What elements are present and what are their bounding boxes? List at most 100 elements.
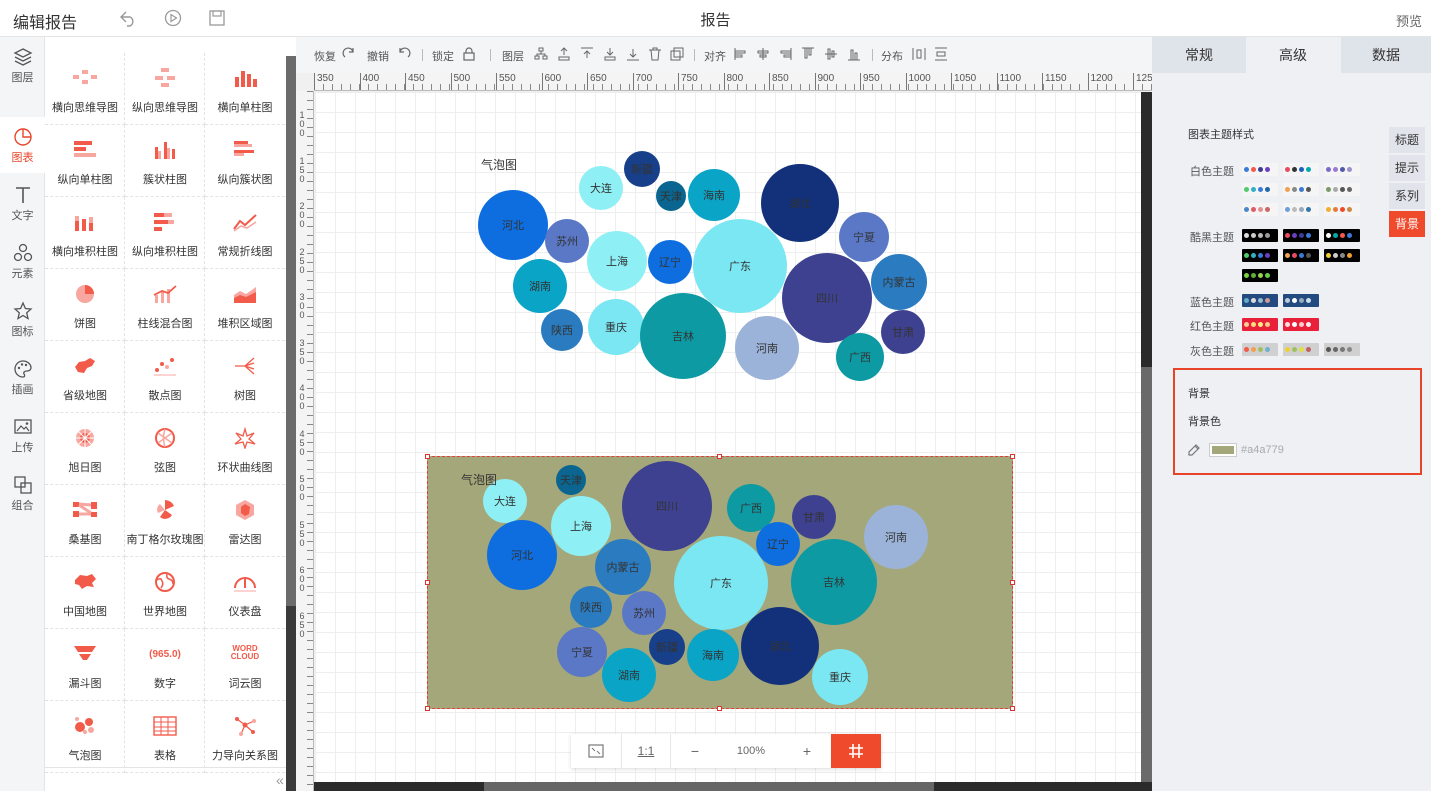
theme-swatch[interactable] <box>1242 229 1278 242</box>
component-province-map[interactable]: 省级地图 <box>45 341 125 413</box>
rail-item-layers[interactable]: 图层 <box>0 37 45 93</box>
bubble-内蒙古[interactable]: 内蒙古 <box>595 539 651 595</box>
component-stacked-bar[interactable]: 纵向堆积柱图 <box>125 197 205 269</box>
align-button[interactable]: 对齐 <box>704 48 726 64</box>
background-color-value[interactable]: #a4a779 <box>1241 444 1284 456</box>
bubble-湖北[interactable]: 湖北 <box>761 164 839 242</box>
bubble-宁夏[interactable]: 宁夏 <box>839 212 889 262</box>
component-chord[interactable]: 弦图 <box>125 413 205 485</box>
lock-icon[interactable] <box>462 47 476 61</box>
rail-item-group[interactable]: 组合 <box>0 465 45 521</box>
resize-handle-e[interactable] <box>1010 580 1015 585</box>
component-world-map[interactable]: 世界地图 <box>125 557 205 629</box>
report-canvas[interactable]: 大连 新疆 天津 海南 湖北 河北 苏州 上海 辽宁 广东 宁夏 内蒙古 湖南 四川 陕西 重庆 吉林 河南 甘肃广… <box>315 92 1141 782</box>
component-sankey[interactable]: 桑基图 <box>45 485 125 557</box>
align-middle-icon[interactable] <box>824 47 838 61</box>
bubble-陕西[interactable]: 陕西 <box>570 586 612 628</box>
resize-handle-ne[interactable] <box>1010 454 1015 459</box>
bubble-甘肃[interactable]: 甘肃 <box>792 495 836 539</box>
align-left-icon[interactable] <box>734 47 748 61</box>
component-clustered-column[interactable]: 簇状柱图 <box>125 125 205 197</box>
bubble-苏州[interactable]: 苏州 <box>622 591 666 635</box>
resize-handle-s[interactable] <box>717 706 722 711</box>
rail-item-illustrations[interactable]: 插画 <box>0 349 45 405</box>
theme-swatch[interactable] <box>1324 183 1360 196</box>
send-to-back-icon[interactable] <box>626 47 640 61</box>
align-top-icon[interactable] <box>801 47 815 61</box>
bubble-新疆[interactable]: 新疆 <box>649 629 685 665</box>
side-tab-tooltip[interactable]: 提示 <box>1389 155 1425 181</box>
collapse-panel-icon[interactable]: « <box>276 772 284 788</box>
bubble-吉林[interactable]: 吉林 <box>791 539 877 625</box>
background-color-swatch[interactable] <box>1209 443 1237 457</box>
theme-swatch[interactable] <box>1242 249 1278 262</box>
theme-swatch[interactable] <box>1242 318 1278 331</box>
distribute-h-icon[interactable] <box>912 47 926 61</box>
align-center-h-icon[interactable] <box>756 47 770 61</box>
fit-screen-button[interactable] <box>571 734 621 768</box>
component-funnel[interactable]: 漏斗图 <box>45 629 125 701</box>
undo-arrow-icon[interactable] <box>397 47 411 61</box>
bubble-甘肃[interactable]: 甘肃 <box>881 310 925 354</box>
component-china-map[interactable]: 中国地图 <box>45 557 125 629</box>
theme-swatch[interactable] <box>1283 249 1319 262</box>
send-backward-icon[interactable] <box>603 47 617 61</box>
theme-swatch[interactable] <box>1283 318 1319 331</box>
bubble-辽宁[interactable]: 辽宁 <box>756 522 800 566</box>
actual-size-button[interactable]: 1:1 <box>622 734 670 768</box>
zoom-in-button[interactable]: + <box>783 734 831 768</box>
component-pie-chart[interactable]: 饼图 <box>45 269 125 341</box>
canvas-horizontal-scrollbar[interactable] <box>314 782 1152 791</box>
rail-item-upload[interactable]: 上传 <box>0 407 45 463</box>
bubble-上海[interactable]: 上海 <box>587 231 647 291</box>
canvas-vertical-scrollbar[interactable] <box>1141 92 1152 782</box>
layer-button[interactable]: 图层 <box>502 48 524 64</box>
theme-swatch[interactable] <box>1324 203 1360 216</box>
resize-handle-n[interactable] <box>717 454 722 459</box>
redo-icon[interactable] <box>342 47 356 61</box>
distribute-button[interactable]: 分布 <box>881 48 903 64</box>
rail-item-text[interactable]: 文字 <box>0 175 45 231</box>
bubble-吉林[interactable]: 吉林 <box>640 293 726 379</box>
theme-swatch[interactable] <box>1283 229 1319 242</box>
theme-swatch[interactable] <box>1242 343 1278 356</box>
component-vertical-mindmap[interactable]: 纵向思维导图 <box>125 53 205 125</box>
resize-handle-nw[interactable] <box>425 454 430 459</box>
component-force-graph[interactable]: 力导向关系图 <box>205 701 285 773</box>
component-line-chart[interactable]: 常规折线图 <box>205 197 285 269</box>
component-stacked-area[interactable]: 堆积区域图 <box>205 269 285 341</box>
theme-swatch[interactable] <box>1242 183 1278 196</box>
component-stacked-column[interactable]: 横向堆积柱图 <box>45 197 125 269</box>
theme-swatch[interactable] <box>1283 163 1319 176</box>
eyedropper-icon[interactable] <box>1187 443 1201 457</box>
copy-icon[interactable] <box>670 47 684 61</box>
tab-advanced[interactable]: 高级 <box>1246 37 1340 73</box>
component-horizontal-bar[interactable]: 横向单柱图 <box>205 53 285 125</box>
bubble-广东[interactable]: 广东 <box>674 536 768 630</box>
bubble-海南[interactable]: 海南 <box>688 169 740 221</box>
lock-button[interactable]: 锁定 <box>432 48 454 64</box>
theme-swatch[interactable] <box>1283 343 1319 356</box>
theme-swatch[interactable] <box>1324 229 1360 242</box>
layer-tree-icon[interactable] <box>534 47 548 61</box>
bubble-chart-olive[interactable]: 大连 天津 四川 广西 甘肃 河南 上海 河北 辽宁 内蒙古 广东 吉林 陕西 苏州 宁夏 新疆 海南 湖北 湖南 重… <box>427 456 1013 709</box>
component-vertical-bar[interactable]: 纵向单柱图 <box>45 125 125 197</box>
bubble-河北[interactable]: 河北 <box>478 190 548 260</box>
bubble-湖北[interactable]: 湖北 <box>741 607 819 685</box>
undo-icon[interactable] <box>119 9 137 27</box>
component-gauge[interactable]: 仪表盘 <box>205 557 285 629</box>
theme-swatch[interactable] <box>1324 343 1360 356</box>
preview-button[interactable]: 预览 <box>1396 11 1422 30</box>
rail-item-elements[interactable]: 元素 <box>0 233 45 289</box>
component-ring-curve[interactable]: 环状曲线图 <box>205 413 285 485</box>
bubble-广东[interactable]: 广东 <box>693 219 787 313</box>
bring-to-front-icon[interactable] <box>580 47 594 61</box>
theme-swatch[interactable] <box>1324 163 1360 176</box>
canvas-vertical-scrollbar-thumb[interactable] <box>1141 367 1152 782</box>
bubble-湖南[interactable]: 湖南 <box>513 259 567 313</box>
component-vertical-clustered[interactable]: 纵向簇状图 <box>205 125 285 197</box>
bubble-辽宁[interactable]: 辽宁 <box>648 240 692 284</box>
component-number[interactable]: (965.0) 数字 <box>125 629 205 701</box>
bubble-四川[interactable]: 四川 <box>782 253 872 343</box>
bubble-重庆[interactable]: 重庆 <box>812 649 868 705</box>
